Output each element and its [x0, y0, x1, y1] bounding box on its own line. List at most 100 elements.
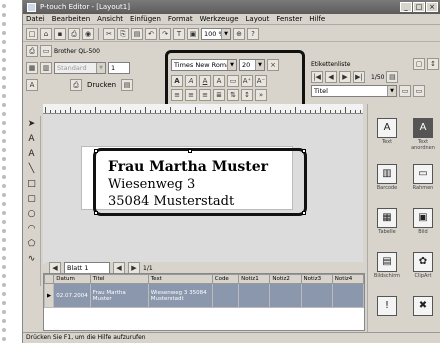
ruler-tick — [190, 110, 191, 113]
object-text[interactable]: A Text — [370, 118, 404, 145]
col-notiz1[interactable]: Notiz1 — [238, 274, 271, 284]
layout2-icon[interactable]: ▥ — [40, 62, 52, 74]
frame-icon[interactable]: ▣ — [187, 27, 199, 40]
ruler-tick — [85, 110, 86, 113]
line-tool-icon[interactable]: ╲ — [25, 163, 38, 176]
menu-ansicht[interactable]: Ansicht — [97, 15, 123, 23]
record-count: 1/50 — [371, 73, 385, 81]
save-icon[interactable]: ▪ — [54, 27, 66, 40]
menu-hilfe[interactable]: Hilfe — [309, 15, 325, 23]
menu-einfuegen[interactable]: Einfügen — [130, 15, 161, 23]
preview-icon[interactable]: ◉ — [82, 27, 94, 40]
binder-hole — [2, 184, 6, 188]
binder-hole — [2, 193, 6, 197]
ruler-tick — [140, 110, 141, 113]
col-notiz2[interactable]: Notiz2 — [269, 274, 302, 284]
object-clipart[interactable]: ✿ ClipArt — [406, 252, 440, 279]
layout-canvas[interactable]: Frau Martha Muster Wiesenweg 3 35084 Mus… — [43, 104, 363, 264]
next-record-icon[interactable]: ▶ — [339, 71, 351, 83]
object-screen[interactable]: ▤ Bildschirm — [370, 252, 404, 279]
menu-werkzeuge[interactable]: Werkzeuge — [200, 15, 239, 23]
help-icon[interactable]: ? — [247, 27, 259, 40]
field-b-icon[interactable]: ▭ — [413, 85, 425, 97]
printer-setup-icon[interactable]: ▭ — [40, 45, 52, 57]
select-tool-icon[interactable]: ➤ — [25, 118, 38, 131]
cell-notiz4[interactable] — [331, 283, 365, 308]
field-a-icon[interactable]: ▭ — [399, 85, 411, 97]
first-record-icon[interactable]: |◀ — [311, 71, 323, 83]
ellipse-tool-icon[interactable]: ○ — [25, 208, 38, 221]
print-small-icon[interactable]: ⎙ — [70, 79, 82, 91]
style-select[interactable]: Standard ▼ — [54, 62, 106, 74]
close-button[interactable]: × — [426, 2, 438, 12]
col-code[interactable]: Code — [211, 274, 240, 284]
list-icon[interactable]: ▢ — [413, 58, 425, 70]
cut-icon[interactable]: ✂ — [103, 27, 115, 40]
cell-notiz3[interactable] — [300, 283, 333, 308]
curve-tool-icon[interactable]: ∿ — [25, 253, 38, 266]
object-barcode[interactable]: ▥ Barcode — [370, 164, 404, 191]
table-row[interactable]: ▶ 02.07.2004 Frau Martha Muster Wiesenwe… — [43, 283, 365, 308]
rect-tool-icon[interactable]: □ — [25, 178, 38, 191]
resize-handle[interactable] — [94, 211, 98, 215]
paste-icon[interactable]: ▤ — [131, 27, 143, 40]
pattern-icon: ✖ — [413, 296, 433, 316]
copy-icon[interactable]: ⎘ — [117, 27, 129, 40]
text-tool-icon[interactable]: A — [25, 133, 38, 146]
object-image[interactable]: ▣ Bild — [406, 208, 440, 235]
last-record-icon[interactable]: ▶| — [353, 71, 365, 83]
resize-handle[interactable] — [188, 149, 192, 153]
zoom-icon[interactable]: ⊕ — [233, 27, 245, 40]
maximize-button[interactable]: □ — [413, 2, 425, 12]
prev-record-icon[interactable]: ◀ — [325, 71, 337, 83]
menu-layout[interactable]: Layout — [246, 15, 270, 23]
resize-handle[interactable] — [94, 149, 98, 153]
cell-datum[interactable]: 02.07.2004 — [53, 283, 91, 308]
redo-icon[interactable]: ↷ — [159, 27, 171, 40]
polygon-tool-icon[interactable]: ⬠ — [25, 238, 38, 251]
col-text[interactable]: Text — [147, 274, 213, 284]
cell-notiz1[interactable] — [238, 283, 271, 308]
object-pattern[interactable]: ✖ — [406, 296, 440, 317]
size-stepper[interactable]: 1 — [108, 62, 130, 74]
open-icon[interactable]: ⌂ — [40, 27, 52, 40]
zoom-select[interactable]: 100 % ▼ — [201, 27, 231, 40]
field-select[interactable]: Titel ▼ — [311, 85, 397, 97]
arc-tool-icon[interactable]: ◠ — [25, 223, 38, 236]
col-notiz3[interactable]: Notiz3 — [300, 274, 333, 284]
undo-icon[interactable]: ↶ — [145, 27, 157, 40]
menu-bearbeiten[interactable]: Bearbeiten — [52, 15, 90, 23]
resize-handle[interactable] — [302, 149, 306, 153]
print-icon[interactable]: ⎙ — [68, 27, 80, 40]
object-text-arrange[interactable]: A Text anordnen — [406, 118, 440, 151]
rounded-rect-tool-icon[interactable]: ▢ — [25, 193, 38, 206]
cell-text[interactable]: Wiesenweg 3 35084 Musterstadt — [147, 283, 213, 308]
col-titel[interactable]: Titel — [89, 274, 149, 284]
ruler-tick — [320, 107, 321, 113]
label-text-frame[interactable]: Frau Martha Muster Wiesenweg 3 35084 Mus… — [93, 148, 307, 216]
resize-handle[interactable] — [302, 211, 306, 215]
col-notiz4[interactable]: Notiz4 — [331, 274, 365, 284]
menu-datei[interactable]: Datei — [26, 15, 45, 23]
cell-titel[interactable]: Frau Martha Muster — [89, 283, 149, 308]
minimize-button[interactable]: _ — [400, 2, 412, 12]
cell-notiz2[interactable] — [269, 283, 302, 308]
object-table[interactable]: ▦ Tabelle — [370, 208, 404, 235]
new-icon[interactable]: □ — [26, 27, 38, 40]
object-frame[interactable]: ▭ Rahmen — [406, 164, 440, 191]
printer-icon[interactable]: ⎙ — [26, 45, 38, 57]
options-icon[interactable]: ▤ — [121, 79, 134, 91]
menu-format[interactable]: Format — [168, 15, 193, 23]
object-symbol[interactable]: ! — [370, 296, 404, 317]
record-options-icon[interactable]: ▤ — [386, 71, 399, 83]
print-button[interactable]: Drucken — [84, 81, 119, 89]
cell-code[interactable] — [211, 283, 240, 308]
text-icon[interactable]: T — [173, 27, 185, 40]
menu-fenster[interactable]: Fenster — [276, 15, 302, 23]
pointer-icon[interactable]: A — [26, 79, 38, 91]
vertical-text-tool-icon[interactable]: A — [25, 148, 38, 161]
ruler-tick — [270, 107, 271, 113]
sort-icon[interactable]: ↕ — [427, 58, 439, 70]
col-datum[interactable]: Datum — [53, 274, 91, 284]
layout-icon[interactable]: ▦ — [26, 62, 38, 74]
